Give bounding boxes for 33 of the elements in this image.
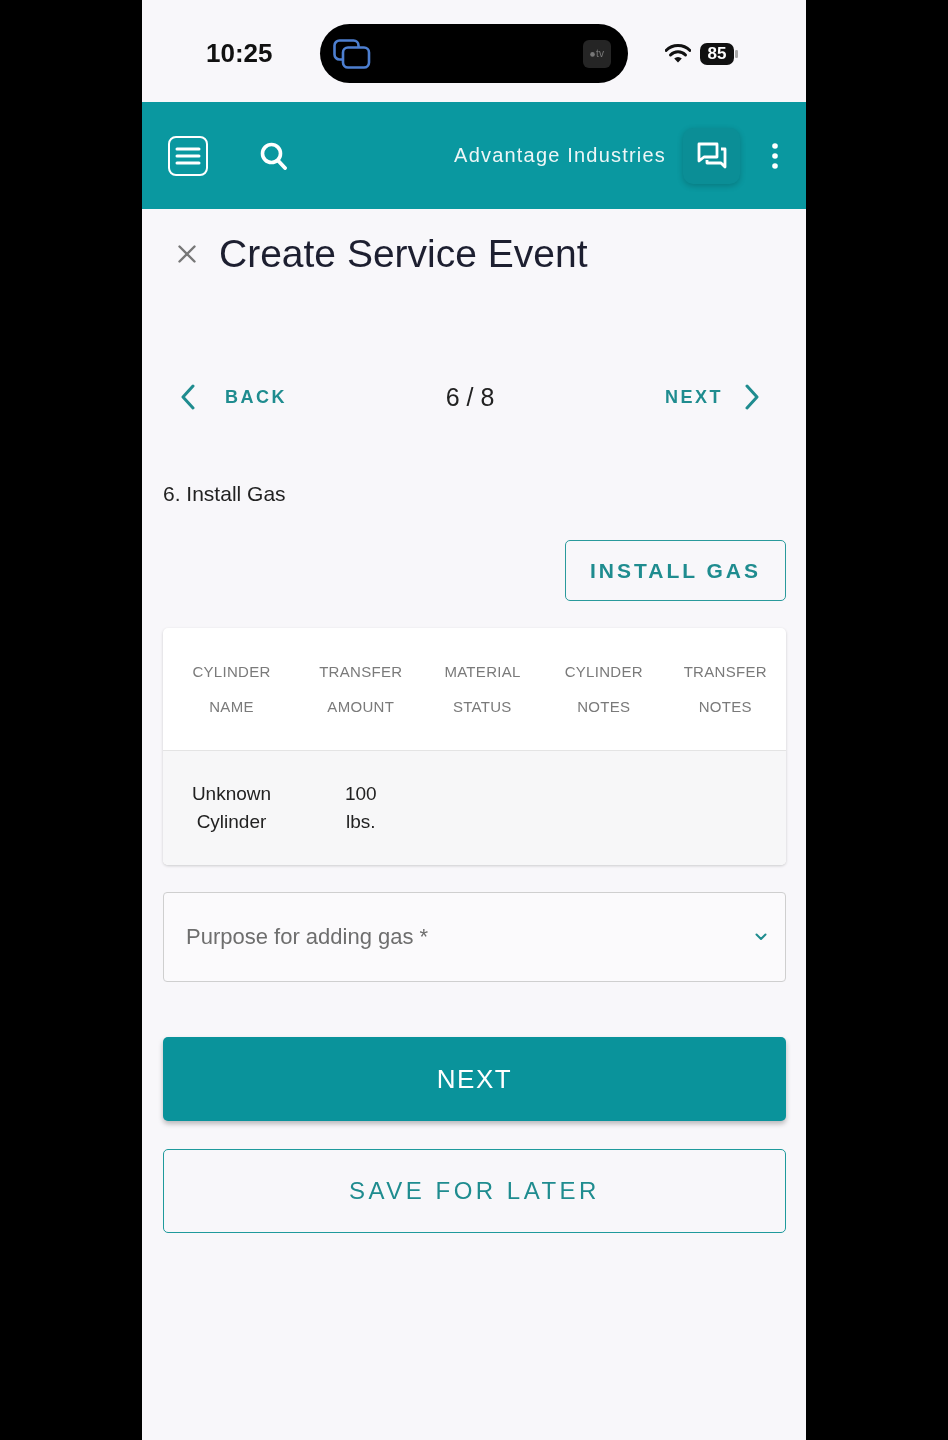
- install-gas-button[interactable]: INSTALL GAS: [565, 540, 786, 601]
- column-header: MATERIAL STATUS: [444, 662, 521, 717]
- back-button[interactable]: BACK: [180, 384, 287, 410]
- wifi-icon: [665, 44, 691, 63]
- chevron-right-icon: [745, 384, 760, 410]
- chevron-left-icon: [180, 384, 195, 410]
- page-title: Create Service Event: [219, 231, 588, 277]
- company-name: Advantage Industries: [454, 144, 666, 167]
- column-header: CYLINDER NAME: [192, 662, 271, 717]
- overlapping-squares-icon: [333, 38, 371, 69]
- column-header: TRANSFER AMOUNT: [319, 662, 403, 717]
- menu-icon[interactable]: [168, 135, 208, 176]
- column-header: TRANSFER NOTES: [683, 662, 767, 717]
- step-title: 6. Install Gas: [163, 481, 287, 507]
- column-header: CYLINDER NOTES: [564, 662, 643, 717]
- close-icon[interactable]: [178, 245, 196, 263]
- more-options-icon[interactable]: [772, 142, 778, 169]
- purpose-select[interactable]: Purpose for adding gas *: [163, 892, 786, 982]
- battery-cap-icon: [735, 49, 738, 58]
- step-counter: 6 / 8: [445, 382, 495, 412]
- battery-percentage: 85: [700, 42, 734, 65]
- next-step-button[interactable]: NEXT: [665, 384, 760, 410]
- tv-label: tv: [596, 47, 604, 60]
- table-cell-text: Unknown Cylinder: [191, 782, 272, 834]
- search-icon[interactable]: [260, 141, 287, 170]
- chat-icon: [696, 141, 727, 170]
- logo-mark-icon: [590, 50, 596, 57]
- chat-button[interactable]: [683, 127, 740, 184]
- table-cell-text: 100 lbs.: [344, 782, 377, 834]
- chevron-down-icon[interactable]: [755, 933, 767, 941]
- primary-button[interactable]: NEXT: [163, 1037, 786, 1121]
- status-time: 10:25: [206, 37, 273, 70]
- secondary-button[interactable]: SAVE FOR LATER: [163, 1149, 786, 1233]
